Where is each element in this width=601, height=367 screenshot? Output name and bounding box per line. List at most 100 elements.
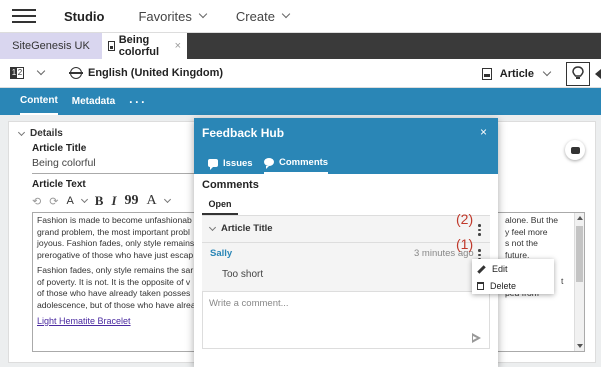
editor-scrollbar[interactable] (574, 213, 584, 351)
text-line: grand problem, the most important probl (37, 226, 190, 237)
tab-metadata[interactable]: Metadata (72, 88, 115, 115)
pencil-icon (477, 264, 486, 274)
collapse-arrow-icon[interactable] (595, 68, 601, 79)
feedback-hub-header: Feedback Hub × Issues Comments (194, 118, 498, 174)
tab-comments-label: Comments (279, 156, 329, 168)
comment-icon (570, 146, 580, 154)
redo-icon[interactable]: ⟳ (49, 195, 58, 208)
split-view-icon[interactable]: 1 2 (10, 67, 24, 79)
product-link[interactable]: Light Hematite Bracelet (37, 316, 131, 326)
scroll-down-icon[interactable] (577, 344, 583, 348)
thread-header[interactable]: Article Title (208, 223, 273, 234)
comments-section-title: Comments (202, 179, 259, 191)
text-line: adolescence, but of those who have alrea (37, 299, 196, 310)
thread-title: Article Title (221, 223, 273, 234)
feedback-hub-panel: Feedback Hub × Issues Comments Comments … (194, 118, 498, 367)
chevron-down-icon[interactable] (542, 67, 552, 76)
editor-toolbar: 1 2 English (United Kingdom) Article (0, 59, 601, 88)
more-tabs-button[interactable]: ··· (129, 88, 147, 115)
article-title-label: Article Title (32, 143, 87, 154)
close-icon[interactable]: × (480, 125, 487, 139)
tab-document[interactable]: Being colorful × (102, 33, 187, 59)
text-line: Fashion fades, only style remains the sa… (37, 265, 194, 275)
doc-type-label[interactable]: Article (500, 68, 534, 80)
italic-button[interactable]: I (111, 193, 116, 209)
comment-author: Sally (210, 248, 233, 259)
details-header[interactable]: Details (17, 128, 63, 139)
tab-close-icon[interactable]: × (175, 40, 181, 52)
annotation-label-1: (1) (456, 236, 474, 252)
comment-thread: Article Title Sally 3 minutes ago Too sh… (202, 216, 490, 349)
feedback-hub-title: Feedback Hub (202, 126, 285, 140)
comment-button[interactable] (565, 140, 585, 160)
menu-item-delete[interactable]: Delete (472, 279, 554, 293)
tab-site-label: SiteGenesis UK (12, 40, 90, 52)
content-tabs: Content Metadata ··· (0, 88, 601, 115)
details-header-label: Details (30, 128, 63, 139)
tab-document-label: Being colorful (118, 34, 160, 58)
create-menu[interactable]: Create (235, 8, 291, 24)
comment-context-menu: Edit Delete (472, 259, 554, 294)
favorites-menu[interactable]: Favorites (138, 8, 208, 24)
reply-input[interactable]: Write a comment... (202, 291, 490, 349)
text-line: y feel more (505, 226, 548, 237)
text-paragraph-1-right: alone. But the y feel more s not the fut… (505, 215, 558, 261)
lightbulb-icon[interactable] (566, 61, 590, 86)
language-selector[interactable]: English (United Kingdom) (88, 67, 223, 79)
text-line: alone. But the (505, 215, 559, 225)
favorites-menu-label: Favorites (138, 8, 192, 24)
text-paragraph-2-left: Fashion fades, only style remains the sa… (37, 265, 212, 311)
text-line: of those who have already taken posses (37, 288, 191, 298)
tab-open[interactable]: Open (202, 195, 238, 215)
article-text-label: Article Text (32, 179, 86, 190)
issues-icon (208, 159, 218, 170)
text-line: of poverty. It is not. It is the opposit… (37, 276, 191, 287)
quote-button[interactable]: 99 (125, 193, 139, 209)
send-icon[interactable] (472, 333, 481, 343)
text-line: future. (505, 249, 530, 260)
text-line: joyous. Fashion fades, only style remain… (37, 238, 195, 248)
comment-text: Too short (222, 269, 264, 280)
text-paragraph-1-left: Fashion is made to become unfashionab gr… (37, 215, 212, 261)
article-title-field[interactable]: Being colorful (32, 157, 202, 174)
font-button[interactable]: A (147, 193, 157, 209)
reply-placeholder: Write a comment... (209, 298, 289, 309)
article-icon (481, 67, 492, 80)
annotation-label-2: (2) (456, 211, 474, 227)
tab-issues[interactable]: Issues (208, 152, 253, 174)
chevron-down-icon (198, 9, 208, 19)
comments-icon (264, 158, 274, 169)
tab-content[interactable]: Content (20, 88, 58, 115)
scroll-up-icon[interactable] (577, 216, 583, 220)
app-brand[interactable]: Studio (64, 9, 104, 24)
undo-icon[interactable]: ⟲ (32, 195, 41, 208)
top-bar: Studio Favorites Create (0, 0, 601, 33)
split-view-right: 2 (17, 68, 23, 77)
text-line: prerogative of those who have just escap (37, 249, 194, 260)
globe-icon (69, 67, 83, 79)
chevron-down-icon[interactable] (163, 195, 171, 204)
tab-comments[interactable]: Comments (264, 152, 329, 174)
product-link-wrap: Light Hematite Bracelet (37, 316, 131, 328)
document-icon (108, 41, 115, 51)
menu-item-edit[interactable]: Edit (472, 262, 554, 276)
trash-icon (477, 282, 484, 290)
document-tab-strip: SiteGenesis UK Being colorful × (0, 33, 601, 59)
text-style-icon[interactable]: A (66, 195, 73, 207)
chevron-down-icon[interactable] (80, 195, 88, 204)
hamburger-menu-icon[interactable] (12, 9, 36, 23)
tab-issues-label: Issues (223, 157, 253, 169)
lightbulb-glyph (572, 66, 584, 79)
menu-item-delete-label: Delete (490, 281, 517, 291)
thread-more-icon[interactable] (478, 224, 482, 236)
divider (202, 242, 490, 243)
chevron-down-icon[interactable] (36, 66, 46, 76)
tab-site[interactable]: SiteGenesis UK (0, 33, 102, 59)
rich-text-toolbar: ⟲ ⟳ A B I 99 A (32, 193, 171, 209)
scroll-thumb[interactable] (576, 226, 583, 282)
create-menu-label: Create (235, 8, 275, 24)
text-line: s not the (505, 238, 538, 248)
bold-button[interactable]: B (95, 193, 104, 209)
chevron-down-icon (17, 128, 26, 136)
text-fragment-right: t (561, 276, 564, 286)
